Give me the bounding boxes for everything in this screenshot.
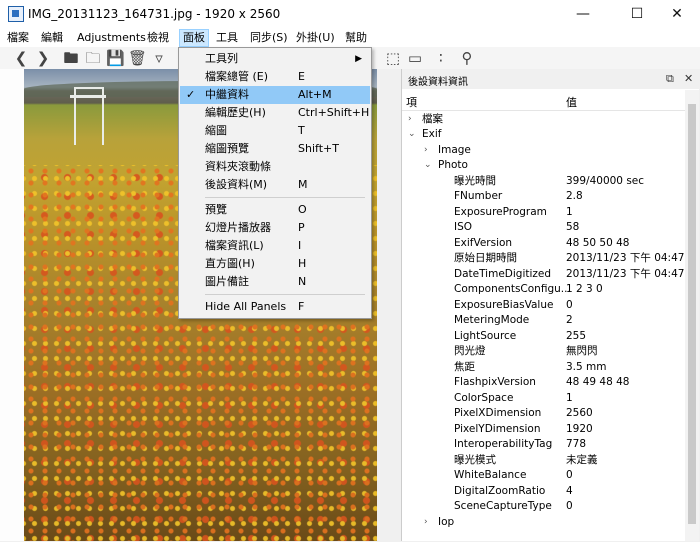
list-item[interactable]: WhiteBalance 0 <box>402 468 685 483</box>
list-item[interactable]: ComponentsConfigu... 1 2 3 0 <box>402 282 685 297</box>
panel-header: 後設資料資訊 ⧉ ✕ <box>402 69 699 89</box>
list-item[interactable]: FNumber 2.8 <box>402 189 685 204</box>
menu-option-metadata[interactable]: ✓ 中繼資料 Alt+M <box>180 86 370 104</box>
ratio-icon[interactable]: ∶ <box>432 49 450 67</box>
app-icon <box>8 6 24 22</box>
collapse-arrow-icon: ⌄ <box>424 160 432 170</box>
menu-option-thumbnails[interactable]: 縮圖 T <box>180 122 370 140</box>
menu-help[interactable]: 幫助 <box>342 30 370 46</box>
menu-option-slideshow[interactable]: 幻燈片播放器 P <box>180 219 370 237</box>
menu-separator <box>205 197 365 198</box>
vertical-scrollbar[interactable] <box>685 90 699 541</box>
float-panel-icon[interactable]: ⧉ <box>666 72 674 86</box>
list-item[interactable]: 焦距 3.5 mm <box>402 360 685 375</box>
list-item[interactable]: 原始日期時間 2013/11/23 下午 04:47 <box>402 251 685 266</box>
column-name-header[interactable]: 項 <box>406 94 417 110</box>
menu-option-metadata-panel[interactable]: 後設資料(M) M <box>180 176 370 194</box>
viewer-margin <box>0 69 24 541</box>
back-icon[interactable]: ❮ <box>12 49 30 67</box>
list-item[interactable]: 曝光模式 未定義 <box>402 453 685 468</box>
menu-option-hide-all-panels[interactable]: Hide All Panels F <box>180 298 370 316</box>
menu-panels[interactable]: 面板 <box>179 29 209 47</box>
expand-arrow-icon: › <box>424 517 428 527</box>
panels-menu: 工具列 ▶ 檔案總管 (E) E ✓ 中繼資料 Alt+M 編輯歷史(H) Ctrl+S… <box>178 47 372 319</box>
menu-option-preview[interactable]: 預覽 O <box>180 201 370 219</box>
list-item[interactable]: InteroperabilityTag 778 <box>402 437 685 452</box>
tree-node-image[interactable]: › Image <box>402 143 685 158</box>
open-folder-icon[interactable]: 🖿 <box>62 49 80 67</box>
location-icon[interactable]: ⚲ <box>458 49 476 67</box>
column-header: 項 值 <box>402 90 685 111</box>
menu-option-edit-history[interactable]: 編輯歷史(H) Ctrl+Shift+H <box>180 104 370 122</box>
column-value-header[interactable]: 值 <box>566 94 577 110</box>
menu-plugins[interactable]: 外掛(U) <box>293 30 338 46</box>
close-panel-icon[interactable]: ✕ <box>684 72 693 85</box>
list-item[interactable]: LightSource 255 <box>402 329 685 344</box>
list-item[interactable]: FlashpixVersion 48 49 48 48 <box>402 375 685 390</box>
list-item[interactable]: ExifVersion 48 50 50 48 <box>402 236 685 251</box>
menu-separator <box>205 294 365 295</box>
list-item[interactable]: ExposureBiasValue 0 <box>402 298 685 313</box>
menu-adjustments[interactable]: Adjustments <box>74 30 149 46</box>
tower-shape <box>70 87 106 145</box>
submenu-arrow-icon: ▶ <box>355 54 362 64</box>
menu-file[interactable]: 檔案 <box>4 30 32 46</box>
menu-option-explorer[interactable]: 檔案總管 (E) E <box>180 68 370 86</box>
list-item[interactable]: MeteringMode 2 <box>402 313 685 328</box>
list-item[interactable]: ExposureProgram 1 <box>402 205 685 220</box>
delete-icon[interactable]: 🗑 <box>128 49 147 67</box>
menu-option-toolbars[interactable]: 工具列 ▶ <box>180 50 370 68</box>
menu-view[interactable]: 檢視 <box>144 30 172 46</box>
window-title: IMG_20131123_164731.jpg - 1920 x 2560 <box>28 7 281 21</box>
menu-tools[interactable]: 工具 <box>213 30 241 46</box>
list-item[interactable]: DateTimeDigitized 2013/11/23 下午 04:47 <box>402 267 685 282</box>
list-item[interactable]: ISO 58 <box>402 220 685 235</box>
metadata-tree: › 檔案 ⌄ Exif › Image ⌄ Photo 曝光時間 399/40000 se… <box>402 110 685 541</box>
scrollbar-thumb[interactable] <box>688 104 696 524</box>
title-bar: IMG_20131123_164731.jpg - 1920 x 2560 — … <box>0 0 700 28</box>
list-item[interactable]: PixelXDimension 2560 <box>402 406 685 421</box>
save-icon[interactable]: 💾 <box>106 49 125 67</box>
menu-option-folder-scrollbar[interactable]: 資料夾滾動條 <box>180 158 370 176</box>
expand-arrow-icon: › <box>424 145 428 155</box>
metadata-panel: 後設資料資訊 ⧉ ✕ 項 值 › 檔案 ⌄ Exif › Image ⌄ Photo 曝… <box>401 69 699 541</box>
crop-icon[interactable]: ⬚ <box>384 49 402 67</box>
list-item[interactable]: 閃光燈 無閃閃 <box>402 344 685 359</box>
tree-node-photo[interactable]: ⌄ Photo <box>402 158 685 173</box>
menu-sync[interactable]: 同步(S) <box>247 30 291 46</box>
filter-icon[interactable]: ▿ <box>150 49 168 67</box>
aspect-icon[interactable]: ▭ <box>406 49 424 67</box>
collapse-arrow-icon: ⌄ <box>408 129 416 139</box>
minimize-button[interactable]: — <box>560 0 606 28</box>
menu-option-histogram[interactable]: 直方圖(H) H <box>180 255 370 273</box>
forward-icon[interactable]: ❯ <box>34 49 52 67</box>
list-item[interactable]: PixelYDimension 1920 <box>402 422 685 437</box>
menu-edit[interactable]: 編輯 <box>38 30 66 46</box>
folder-icon[interactable]: 🗀 <box>84 49 102 67</box>
checkmark-icon: ✓ <box>186 88 196 101</box>
expand-arrow-icon: › <box>408 114 412 124</box>
close-button[interactable]: ✕ <box>654 0 700 28</box>
list-item[interactable]: ColorSpace 1 <box>402 391 685 406</box>
tree-node-exif[interactable]: ⌄ Exif <box>402 127 685 142</box>
list-item[interactable]: SceneCaptureType 0 <box>402 499 685 514</box>
menu-option-thumbnail-preview[interactable]: 縮圖預覽 Shift+T <box>180 140 370 158</box>
list-item[interactable]: 曝光時間 399/40000 sec <box>402 174 685 189</box>
panel-title: 後設資料資訊 <box>408 77 468 88</box>
tree-node-iop[interactable]: › Iop <box>402 515 685 530</box>
list-item[interactable]: DigitalZoomRatio 4 <box>402 484 685 499</box>
menu-option-file-info[interactable]: 檔案資訊(L) I <box>180 237 370 255</box>
menu-option-image-notes[interactable]: 圖片備註 N <box>180 273 370 291</box>
menu-bar: 檔案 編輯 Adjustments 檢視 面板 工具 同步(S) 外掛(U) 幫… <box>0 28 700 47</box>
tree-node-file[interactable]: › 檔案 <box>402 112 685 127</box>
